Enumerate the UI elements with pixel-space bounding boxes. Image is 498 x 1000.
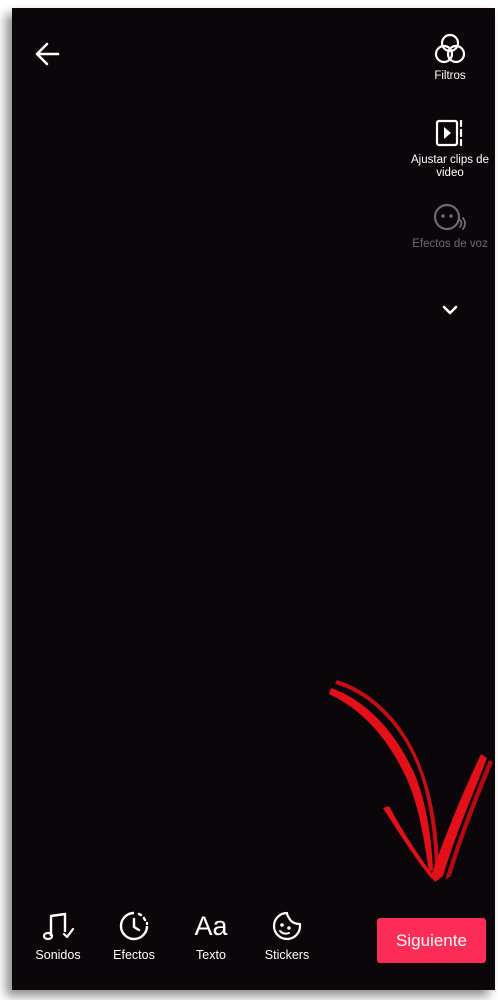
back-button[interactable] bbox=[32, 38, 64, 70]
voice-effects-label: Efectos de voz bbox=[412, 238, 488, 250]
filters-button[interactable]: Filtros bbox=[405, 32, 495, 116]
expand-tools-button[interactable] bbox=[435, 298, 465, 322]
side-toolbar: Filtros Ajustar clips de video Efectos d… bbox=[405, 32, 495, 322]
stickers-button[interactable]: Stickers bbox=[252, 910, 322, 962]
effects-label: Efectos bbox=[113, 948, 155, 962]
adjust-clips-icon bbox=[435, 119, 463, 147]
bottom-toolbar: Sonidos Efectos Aa Texto Stickers Siguie… bbox=[12, 898, 495, 990]
sounds-label: Sonidos bbox=[35, 948, 81, 962]
chevron-down-icon bbox=[442, 305, 458, 315]
voice-effects-button[interactable]: Efectos de voz bbox=[405, 200, 495, 292]
sounds-button[interactable]: Sonidos bbox=[23, 910, 93, 962]
video-editor-screen: Filtros Ajustar clips de video Efectos d… bbox=[12, 8, 495, 990]
stickers-label: Stickers bbox=[264, 948, 310, 962]
text-button[interactable]: Aa Texto bbox=[176, 910, 246, 962]
text-label: Texto bbox=[196, 948, 226, 962]
sticker-face-icon bbox=[272, 911, 302, 941]
filters-label: Filtros bbox=[434, 70, 466, 82]
text-icon: Aa bbox=[194, 911, 228, 941]
adjust-clips-button[interactable]: Ajustar clips de video bbox=[405, 116, 495, 200]
next-button[interactable]: Siguiente bbox=[377, 918, 486, 963]
music-note-icon bbox=[42, 912, 75, 941]
filters-icon bbox=[434, 33, 466, 64]
adjust-clips-label: Ajustar clips de video bbox=[411, 154, 489, 179]
effects-button[interactable]: Efectos bbox=[99, 910, 169, 962]
voice-effects-icon bbox=[433, 203, 466, 231]
back-arrow-icon bbox=[35, 42, 60, 66]
effects-timer-icon bbox=[119, 911, 149, 941]
